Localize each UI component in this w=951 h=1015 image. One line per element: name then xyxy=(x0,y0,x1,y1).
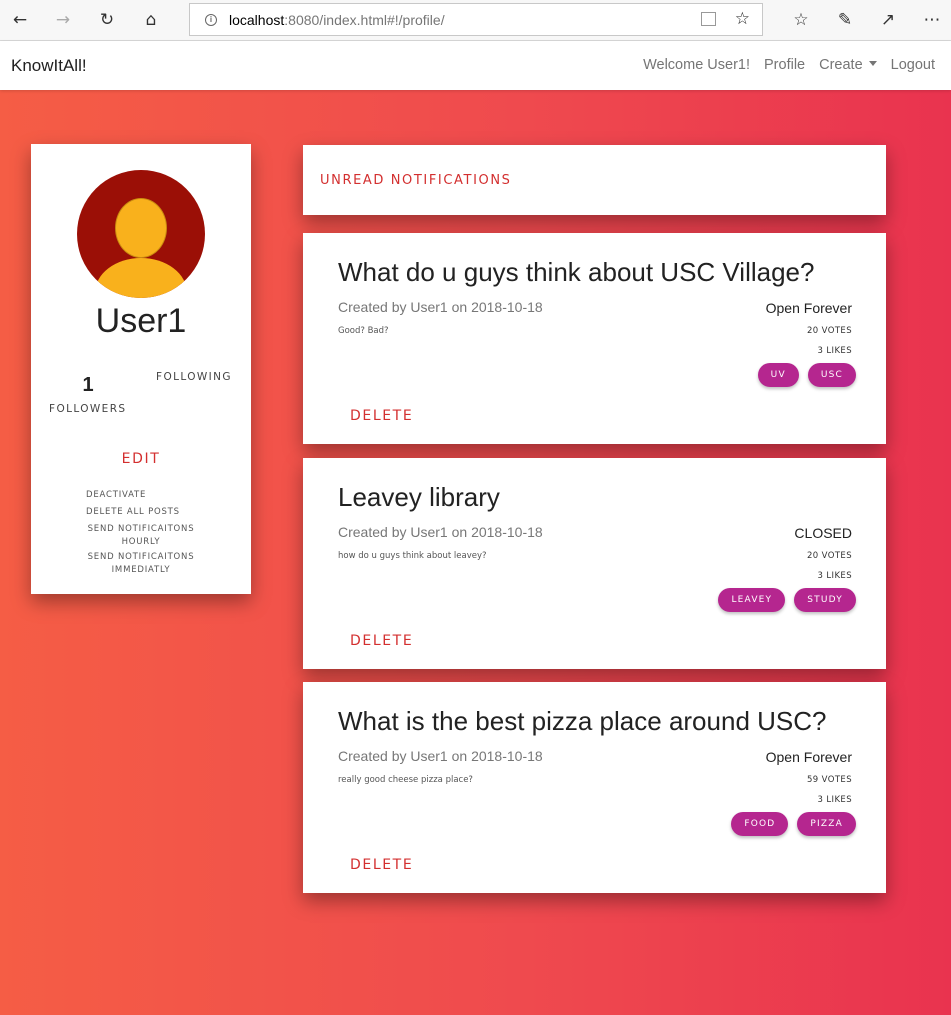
more-icon[interactable]: ⋯ xyxy=(917,5,947,35)
following-label[interactable]: FOLLOWING xyxy=(156,371,232,383)
post-description: how do u guys think about leavey? xyxy=(338,551,487,561)
followers-count: 1 xyxy=(82,374,94,396)
tag-chip[interactable]: PIZZA xyxy=(797,812,856,836)
tag-chip[interactable]: FOOD xyxy=(731,812,789,836)
post-likes: 3 LIKES xyxy=(817,795,852,805)
send-hourly-line1: SEND NOTIFICAITONS xyxy=(87,524,195,534)
post-tags: UV USC xyxy=(757,363,856,387)
post-votes: 59 VOTES xyxy=(806,775,852,785)
unread-notifications-button[interactable]: UNREAD NOTIFICATIONS xyxy=(320,173,512,188)
post-likes: 3 LIKES xyxy=(817,571,852,581)
delete-all-posts-button[interactable]: DELETE ALL POSTS xyxy=(86,506,180,519)
followers-label[interactable]: FOLLOWERS xyxy=(49,403,126,415)
address-bar[interactable]: i localhost:8080/index.html#!/profile/ ☆ xyxy=(189,3,763,36)
avatar xyxy=(77,170,205,298)
tag-chip[interactable]: USC xyxy=(807,363,856,387)
back-icon[interactable]: ← xyxy=(5,5,35,35)
refresh-icon[interactable]: ↻ xyxy=(92,5,122,35)
deactivate-button[interactable]: DEACTIVATE xyxy=(86,489,146,502)
tag-chip[interactable]: LEAVEY xyxy=(718,588,786,612)
tag-chip[interactable]: STUDY xyxy=(794,588,856,612)
post-card: Leavey library Created by User1 on 2018-… xyxy=(303,458,886,669)
send-immediate-line2: IMMEDIATLY xyxy=(111,565,171,575)
brand-link[interactable]: KnowItAll! xyxy=(11,56,87,76)
delete-post-button[interactable]: DELETE xyxy=(350,633,413,649)
avatar-body xyxy=(95,258,187,298)
app-navbar: KnowItAll! Welcome User1! Profile Create… xyxy=(0,41,951,90)
send-hourly-line2: HOURLY xyxy=(121,537,161,547)
nav-links: Welcome User1! Profile Create Logout xyxy=(643,57,935,73)
post-status: CLOSED xyxy=(794,525,852,541)
profile-link[interactable]: Profile xyxy=(764,57,805,73)
forward-icon[interactable]: → xyxy=(48,5,78,35)
create-label: Create xyxy=(819,57,863,73)
post-status: Open Forever xyxy=(765,300,852,316)
delete-post-button[interactable]: DELETE xyxy=(350,857,413,873)
post-description: Good? Bad? xyxy=(338,326,389,336)
post-status: Open Forever xyxy=(765,749,852,765)
post-votes: 20 VOTES xyxy=(806,326,852,336)
share-icon[interactable]: ↗ xyxy=(873,5,903,35)
send-notifications-hourly-button[interactable]: SEND NOTIFICAITONS HOURLY xyxy=(86,523,196,549)
post-description: really good cheese pizza place? xyxy=(338,775,473,785)
favorites-list-icon[interactable]: ☆ xyxy=(786,5,816,35)
browser-toolbar: ← → ↻ ⌂ i localhost:8080/index.html#!/pr… xyxy=(0,0,951,41)
url-path: :8080/index.html#!/profile/ xyxy=(284,11,445,28)
avatar-head xyxy=(115,198,167,258)
send-immediate-line1: SEND NOTIFICAITONS xyxy=(87,552,195,562)
welcome-link[interactable]: Welcome User1! xyxy=(643,57,750,73)
profile-username: User1 xyxy=(95,302,187,340)
notifications-card: UNREAD NOTIFICATIONS xyxy=(303,145,886,215)
send-notifications-immediately-button[interactable]: SEND NOTIFICAITONS IMMEDIATLY xyxy=(86,551,196,577)
post-meta: Created by User1 on 2018-10-18 xyxy=(338,748,543,764)
pen-icon[interactable]: ✎ xyxy=(830,5,860,35)
delete-post-button[interactable]: DELETE xyxy=(350,408,413,424)
logout-link[interactable]: Logout xyxy=(891,57,935,73)
url-host: localhost xyxy=(229,11,285,28)
post-tags: FOOD PIZZA xyxy=(731,812,856,836)
post-votes: 20 VOTES xyxy=(806,551,852,561)
post-meta: Created by User1 on 2018-10-18 xyxy=(338,524,543,540)
post-title[interactable]: What do u guys think about USC Village? xyxy=(338,257,814,288)
post-tags: LEAVEY STUDY xyxy=(718,588,856,612)
post-likes: 3 LIKES xyxy=(817,346,852,356)
post-card: What is the best pizza place around USC?… xyxy=(303,682,886,893)
post-card: What do u guys think about USC Village? … xyxy=(303,233,886,444)
reading-view-icon[interactable] xyxy=(701,12,716,26)
home-icon[interactable]: ⌂ xyxy=(136,5,166,35)
tag-chip[interactable]: UV xyxy=(757,363,799,387)
edit-button[interactable]: EDIT xyxy=(31,451,251,467)
site-info-icon[interactable]: i xyxy=(205,13,217,26)
caret-down-icon xyxy=(868,61,877,66)
post-meta: Created by User1 on 2018-10-18 xyxy=(338,299,543,315)
post-title[interactable]: What is the best pizza place around USC? xyxy=(338,706,826,737)
favorite-star-icon[interactable]: ☆ xyxy=(735,9,750,29)
post-title[interactable]: Leavey library xyxy=(338,482,500,513)
profile-card: User1 1 FOLLOWERS FOLLOWING EDIT DEACTIV… xyxy=(31,144,251,594)
create-dropdown[interactable]: Create xyxy=(819,57,877,73)
